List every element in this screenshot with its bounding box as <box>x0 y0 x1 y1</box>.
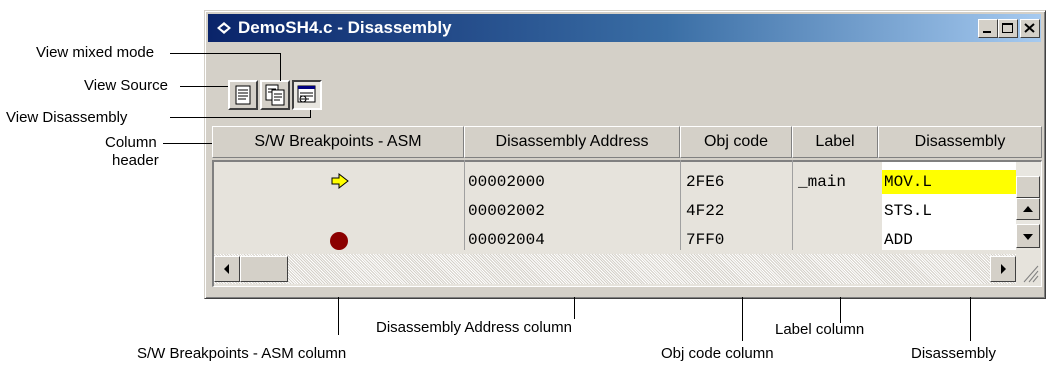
column-header-objcode[interactable]: Obj code <box>680 126 792 158</box>
horizontal-scrollbar[interactable] <box>214 254 1016 284</box>
column-divider <box>680 160 681 250</box>
callout-column-header-2: header <box>112 152 159 169</box>
row-instruction[interactable]: ADD <box>884 231 913 249</box>
arrow-right-icon <box>1001 264 1006 274</box>
row-instruction[interactable]: MOV.L <box>884 173 932 191</box>
leader-line <box>280 53 281 81</box>
maximize-button[interactable] <box>998 19 1018 38</box>
row-address[interactable]: 00002004 <box>468 231 545 249</box>
scroll-up-button[interactable] <box>1016 198 1040 220</box>
minimize-icon <box>983 31 991 33</box>
row-address[interactable]: 00002000 <box>468 173 545 191</box>
leader-line <box>574 297 575 319</box>
view-source-button[interactable] <box>228 80 258 110</box>
column-divider <box>792 160 793 250</box>
callout-address-column: Disassembly Address column <box>376 319 572 336</box>
callout-view-mixed-mode: View mixed mode <box>36 44 155 61</box>
column-header-breakpoints[interactable]: S/W Breakpoints - ASM <box>212 126 464 158</box>
callout-disassembly-column: Disassembly <box>911 345 997 362</box>
row-objcode[interactable]: 2FE6 <box>686 173 724 191</box>
source-document-icon <box>235 85 251 105</box>
row-objcode[interactable]: 7FF0 <box>686 231 724 249</box>
program-counter-arrow-icon <box>331 172 349 190</box>
column-header-label[interactable]: Label <box>792 126 878 158</box>
scroll-right-button[interactable] <box>990 256 1016 282</box>
leader-line <box>970 297 971 341</box>
row-objcode[interactable]: 4F22 <box>686 202 724 220</box>
leader-line <box>742 297 743 341</box>
callout-breakpoints-column: S/W Breakpoints - ASM column <box>137 345 347 362</box>
minimize-button[interactable] <box>978 19 998 38</box>
arrow-up-icon <box>1023 206 1033 212</box>
leader-line <box>170 53 280 54</box>
leader-line <box>163 143 212 144</box>
scroll-thumb-vertical[interactable] <box>1016 176 1040 198</box>
callout-label-column: Label column <box>775 321 865 338</box>
window-title: DemoSH4.c - Disassembly <box>238 18 452 37</box>
callout-objcode-column: Obj code column <box>661 345 774 362</box>
mixed-mode-icon <box>265 84 285 106</box>
row-instruction[interactable]: STS.L <box>884 202 932 220</box>
scroll-left-button[interactable] <box>214 256 240 282</box>
scroll-thumb-horizontal[interactable] <box>240 256 288 282</box>
column-header-disassembly[interactable]: Disassembly <box>878 126 1042 158</box>
view-disassembly-button[interactable] <box>292 80 322 110</box>
leader-line <box>170 117 310 118</box>
leader-line <box>338 297 339 335</box>
column-divider <box>464 160 465 250</box>
maximize-icon <box>1002 23 1013 33</box>
close-icon <box>1024 23 1035 33</box>
title-bar[interactable]: DemoSH4.c - Disassembly <box>208 14 1041 42</box>
leader-line <box>180 86 228 87</box>
leader-line <box>840 297 841 323</box>
row-label[interactable]: _main <box>798 173 846 191</box>
arrow-left-icon <box>224 264 229 274</box>
resize-grip-icon[interactable] <box>1018 258 1040 284</box>
disassembly-view-icon <box>297 85 316 103</box>
callout-view-source: View Source <box>84 77 168 94</box>
callout-view-disassembly: View Disassembly <box>6 109 128 126</box>
column-header-address[interactable]: Disassembly Address <box>464 126 680 158</box>
window-app-icon <box>217 22 231 34</box>
row-address[interactable]: 00002002 <box>468 202 545 220</box>
close-button[interactable] <box>1020 19 1040 38</box>
scroll-down-button[interactable] <box>1016 224 1040 248</box>
leader-line <box>310 110 311 118</box>
callout-column-header: Column <box>105 134 157 151</box>
view-mixed-mode-button[interactable] <box>260 80 290 110</box>
arrow-down-icon <box>1023 234 1033 240</box>
breakpoint-icon[interactable] <box>328 230 350 252</box>
